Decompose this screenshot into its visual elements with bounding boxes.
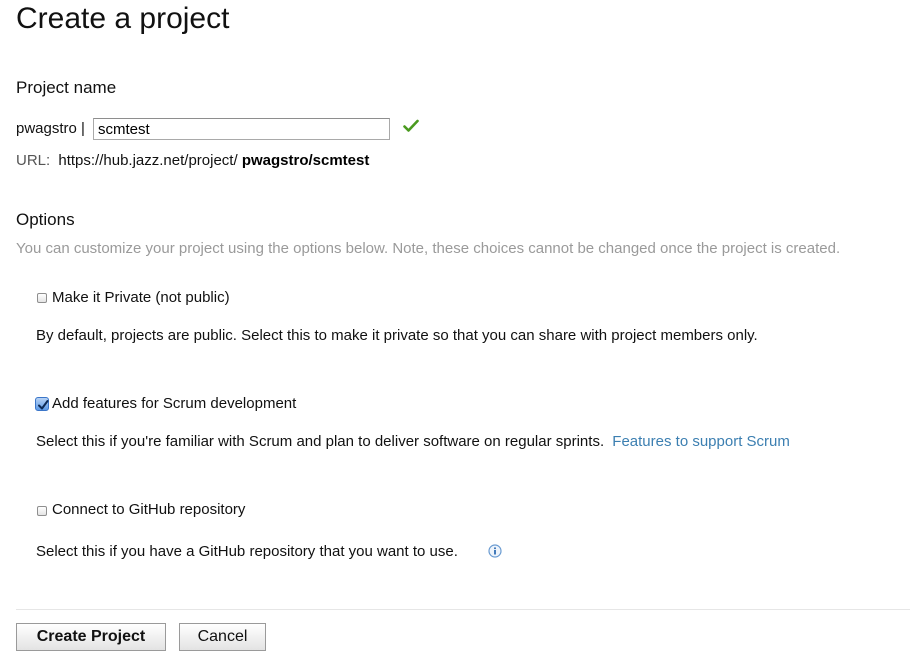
project-owner-prefix: pwagstro | — [16, 120, 85, 137]
scrum-checkbox[interactable] — [35, 397, 49, 411]
private-option-label[interactable]: Make it Private (not public) — [52, 289, 230, 306]
url-slug: pwagstro/scmtest — [241, 152, 370, 169]
info-icon[interactable] — [488, 544, 502, 558]
url-label: URL: — [16, 152, 51, 169]
private-checkbox[interactable] — [37, 293, 47, 303]
github-option-description: Select this if you have a GitHub reposit… — [36, 543, 458, 560]
cancel-button[interactable]: Cancel — [179, 623, 266, 651]
scrum-features-link[interactable]: Features to support Scrum — [612, 433, 790, 450]
url-base: https://hub.jazz.net/project/ — [58, 152, 238, 169]
page-title: Create a project — [16, 2, 230, 35]
divider — [16, 609, 910, 610]
project-name-input[interactable] — [93, 118, 390, 140]
scrum-option-description-row: Select this if you're familiar with Scru… — [36, 433, 790, 450]
create-project-button[interactable]: Create Project — [16, 623, 166, 651]
private-option-description: By default, projects are public. Select … — [36, 327, 758, 344]
project-url: URL: https://hub.jazz.net/project/ pwags… — [16, 152, 369, 169]
options-description: You can customize your project using the… — [16, 240, 841, 257]
scrum-option-label[interactable]: Add features for Scrum development — [52, 395, 296, 412]
checkmark-icon — [403, 119, 419, 133]
scrum-option-description: Select this if you're familiar with Scru… — [36, 433, 605, 450]
project-name-heading: Project name — [16, 78, 117, 97]
github-option-label[interactable]: Connect to GitHub repository — [52, 501, 245, 518]
options-heading: Options — [16, 210, 75, 229]
github-checkbox[interactable] — [37, 506, 47, 516]
